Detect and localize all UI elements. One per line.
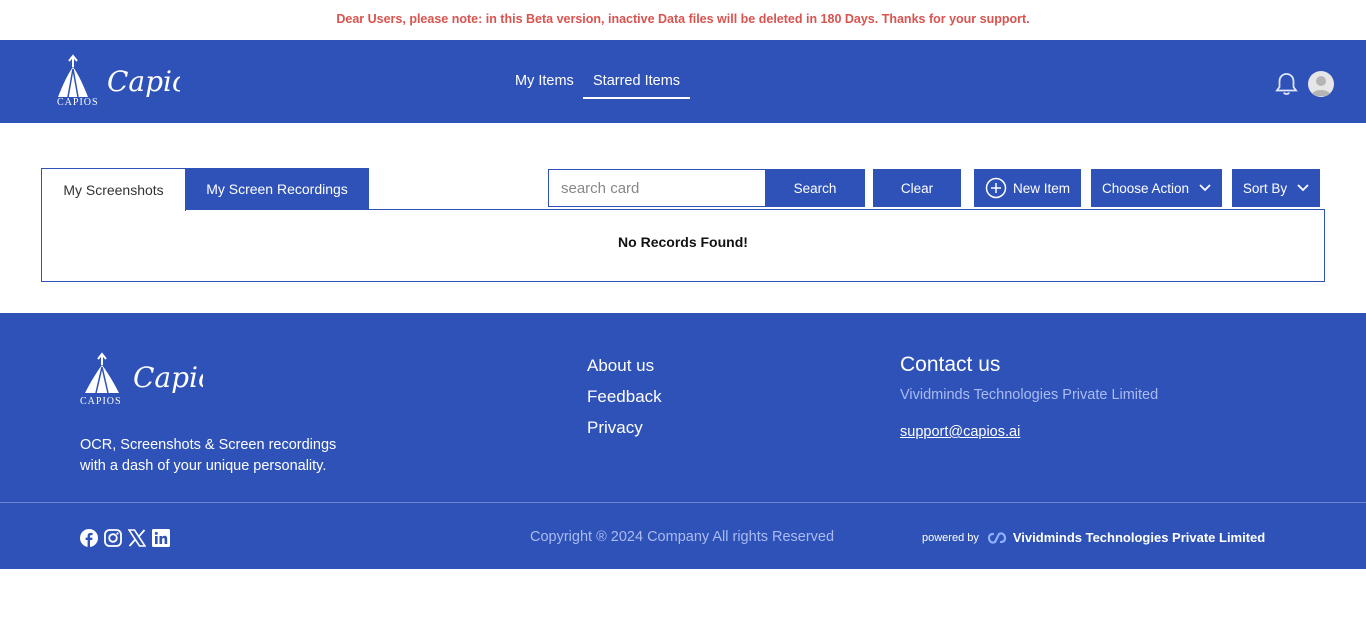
copyright-text: Copyright ® 2024 Company All rights Rese… xyxy=(530,529,835,545)
beta-notice: Dear Users, please note: in this Beta ve… xyxy=(336,12,1030,26)
sort-by-dropdown[interactable]: Sort By xyxy=(1232,169,1320,207)
powered-by-company: Vividminds Technologies Private Limited xyxy=(1012,530,1266,545)
social-links xyxy=(80,529,176,549)
svg-text:CAPIOS: CAPIOS xyxy=(80,396,122,407)
powered-by[interactable]: powered by Vividminds Technologies Priva… xyxy=(922,530,1265,545)
linkedin-icon[interactable] xyxy=(152,529,172,549)
results-panel: No Records Found! xyxy=(41,209,1325,282)
nav-starred-items[interactable]: Starred Items xyxy=(583,73,691,99)
svg-text:Capios: Capios xyxy=(133,361,203,394)
tagline-line-1: OCR, Screenshots & Screen recordings xyxy=(80,437,337,453)
footer: CAPIOS Capios OCR, Screenshots & Screen … xyxy=(0,313,1366,569)
contact-company: Vividminds Technologies Private Limited xyxy=(900,387,1159,403)
clear-button[interactable]: Clear xyxy=(873,169,961,207)
contact-email-link[interactable]: support@capios.ai xyxy=(900,424,1020,440)
top-navbar: CAPIOS Capios My Items Starred Items xyxy=(0,40,1366,123)
capios-logo[interactable]: CAPIOS Capios xyxy=(55,53,180,109)
choose-action-label: Choose Action xyxy=(1101,180,1190,196)
nav-my-items[interactable]: My Items xyxy=(515,73,574,89)
powered-by-label: powered by xyxy=(922,531,979,544)
avatar-icon xyxy=(1311,76,1331,96)
svg-text:CAPIOS: CAPIOS xyxy=(57,97,99,108)
x-icon[interactable] xyxy=(127,529,148,549)
footer-capios-logo[interactable]: CAPIOS Capios xyxy=(78,351,203,407)
svg-text:Capios: Capios xyxy=(107,65,180,98)
new-item-button[interactable]: New Item xyxy=(974,169,1081,207)
facebook-icon[interactable] xyxy=(80,529,100,549)
footer-divider xyxy=(0,502,1366,503)
contact-title: Contact us xyxy=(900,353,1001,376)
plus-circle-icon xyxy=(985,177,1007,199)
sort-by-label: Sort By xyxy=(1242,180,1288,196)
vividminds-logo-icon xyxy=(987,531,1006,544)
chevron-down-icon xyxy=(1297,184,1309,192)
no-records-message: No Records Found! xyxy=(618,234,748,250)
capios-logo-icon: CAPIOS Capios xyxy=(57,54,180,108)
footer-link-privacy[interactable]: Privacy xyxy=(587,418,643,438)
new-item-label: New Item xyxy=(1012,180,1070,196)
tab-my-screen-recordings[interactable]: My Screen Recordings xyxy=(185,168,369,210)
footer-link-about-us[interactable]: About us xyxy=(587,356,654,376)
choose-action-dropdown[interactable]: Choose Action xyxy=(1091,169,1222,207)
search-input[interactable] xyxy=(548,169,766,207)
instagram-icon[interactable] xyxy=(104,529,124,549)
footer-link-feedback[interactable]: Feedback xyxy=(587,387,662,407)
user-avatar[interactable] xyxy=(1308,71,1334,97)
tagline-line-2: with a dash of your unique personality. xyxy=(80,458,327,474)
tab-my-screenshots[interactable]: My Screenshots xyxy=(41,168,186,211)
chevron-down-icon xyxy=(1199,184,1211,192)
bell-icon[interactable] xyxy=(1274,71,1299,102)
search-button[interactable]: Search xyxy=(765,169,865,207)
footer-tagline: OCR, Screenshots & Screen recordings wit… xyxy=(80,435,336,477)
capios-logo-icon: CAPIOS Capios xyxy=(80,352,203,407)
